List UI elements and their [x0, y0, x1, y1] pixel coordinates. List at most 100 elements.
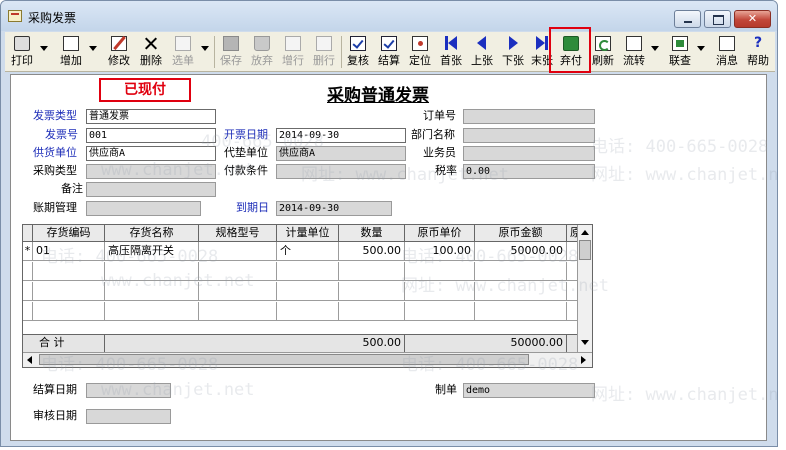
locate-button[interactable]: 定位 — [405, 34, 435, 70]
save-button[interactable]: 保存 — [216, 34, 246, 70]
vertical-scroll-thumb[interactable] — [579, 240, 591, 260]
edit-button[interactable]: 修改 — [104, 34, 134, 70]
header-qty[interactable]: 数量 — [339, 225, 405, 241]
maximize-button[interactable] — [704, 10, 731, 28]
due-date-label: 到期日 — [236, 201, 269, 214]
window-frame-right — [767, 74, 777, 441]
department-field[interactable] — [463, 128, 595, 143]
help-button[interactable]: ? 帮助 — [743, 34, 773, 70]
flow-button[interactable]: 流转 — [619, 34, 649, 70]
review-button[interactable]: 复核 — [343, 34, 373, 70]
link-query-dropdown[interactable] — [695, 34, 707, 70]
chevron-down-icon — [201, 46, 209, 51]
invoice-date-field[interactable]: 2014-09-30 — [276, 128, 406, 143]
tax-rate-label: 税率 — [435, 164, 457, 177]
refresh-button[interactable]: 刷新 — [588, 34, 618, 70]
add-button[interactable]: 增加 — [56, 34, 86, 70]
chevron-down-icon — [89, 46, 97, 51]
cell-spec[interactable] — [199, 242, 277, 260]
invoice-date-label: 开票日期 — [224, 128, 268, 141]
header-amount[interactable]: 原币金额 — [475, 225, 567, 241]
order-no-field[interactable] — [463, 109, 595, 124]
purchase-type-label: 采购类型 — [33, 164, 77, 177]
supplier-field[interactable]: 供应商A — [86, 146, 216, 161]
print-dropdown[interactable] — [38, 34, 50, 70]
chevron-down-icon — [651, 46, 659, 51]
print-button[interactable]: 打印 — [7, 34, 37, 70]
table-row[interactable] — [23, 262, 592, 281]
toolbar-divider — [341, 36, 342, 68]
horizontal-scroll-thumb[interactable] — [39, 354, 529, 365]
invoice-no-field[interactable]: 001 — [86, 128, 216, 143]
header-name[interactable]: 存货名称 — [105, 225, 199, 241]
add-row-button[interactable]: 增行 — [278, 34, 308, 70]
invoice-lines-grid: 存货编码 存货名称 规格型号 计量单位 数量 原币单价 原币金额 原 * 01 … — [22, 224, 593, 368]
total-qty: 500.00 — [339, 335, 405, 352]
flow-icon — [626, 36, 642, 51]
header-code[interactable]: 存货编码 — [33, 225, 105, 241]
cell-code[interactable]: 01 — [33, 242, 105, 260]
toolbar-divider — [214, 36, 215, 68]
scroll-up-icon[interactable] — [581, 230, 589, 235]
header-spec[interactable]: 规格型号 — [199, 225, 277, 241]
settle-date-field[interactable] — [86, 383, 171, 398]
grid-horizontal-scrollbar[interactable] — [23, 352, 592, 367]
scroll-right-icon[interactable] — [581, 356, 586, 364]
tax-rate-field[interactable]: 0.00 — [463, 164, 595, 179]
save-icon — [223, 36, 239, 51]
first-page-icon — [445, 36, 457, 50]
advance-unit-field[interactable]: 供应商A — [276, 146, 406, 161]
purchase-type-field[interactable] — [86, 164, 216, 179]
total-label: 合 计 — [33, 335, 105, 352]
cell-qty[interactable]: 500.00 — [339, 242, 405, 260]
watermark-text: 网址: www.chanjet.net — [591, 385, 778, 405]
delete-row-button[interactable]: 删行 — [309, 34, 339, 70]
settle-button[interactable]: 结算 — [374, 34, 404, 70]
row-marker: * — [23, 242, 33, 260]
first-button[interactable]: 首张 — [436, 34, 466, 70]
cell-name[interactable]: 高压隔离开关 — [105, 242, 199, 260]
table-row[interactable] — [23, 282, 592, 301]
select-dropdown[interactable] — [199, 34, 211, 70]
add-dropdown[interactable] — [87, 34, 99, 70]
select-document-icon — [175, 36, 191, 51]
minimize-button[interactable] — [674, 10, 701, 28]
discard-button[interactable]: 放弃 — [247, 34, 277, 70]
app-icon — [8, 10, 22, 22]
maker-label: 制单 — [435, 383, 457, 396]
flow-dropdown[interactable] — [649, 34, 661, 70]
delete-button[interactable]: 删除 — [136, 34, 166, 70]
title-bar: 采购发票 ✕ — [1, 1, 777, 31]
cell-unit[interactable]: 个 — [277, 242, 339, 260]
department-label: 部门名称 — [411, 128, 455, 141]
next-button[interactable]: 下张 — [498, 34, 528, 70]
close-button[interactable]: ✕ — [734, 10, 771, 28]
chevron-down-icon — [40, 46, 48, 51]
table-row[interactable] — [23, 302, 592, 321]
table-row[interactable]: * 01 高压隔离开关 个 500.00 100.00 50000.00 — [23, 242, 592, 261]
link-query-button[interactable]: 联查 — [665, 34, 695, 70]
remark-label: 备注 — [61, 182, 83, 195]
message-button[interactable]: 消息 — [712, 34, 742, 70]
header-price[interactable]: 原币单价 — [405, 225, 475, 241]
select-button[interactable]: 选单 — [168, 34, 198, 70]
scroll-left-icon[interactable] — [27, 356, 32, 364]
payment-terms-field[interactable] — [276, 164, 406, 179]
help-icon: ? — [753, 35, 763, 51]
document-title: 采购普通发票 — [327, 86, 429, 106]
header-unit[interactable]: 计量单位 — [277, 225, 339, 241]
due-date-field[interactable]: 2014-09-30 — [276, 201, 392, 216]
cell-amount[interactable]: 50000.00 — [475, 242, 567, 260]
printer-icon — [14, 36, 30, 51]
cell-price[interactable]: 100.00 — [405, 242, 475, 260]
prev-button[interactable]: 上张 — [467, 34, 497, 70]
audit-date-field[interactable] — [86, 409, 171, 424]
grid-vertical-scrollbar[interactable] — [577, 225, 592, 352]
maker-field[interactable]: demo — [463, 383, 595, 398]
remark-field[interactable] — [86, 182, 216, 197]
credit-mgmt-field[interactable] — [86, 201, 201, 216]
salesman-field[interactable] — [463, 146, 595, 161]
scroll-down-icon[interactable] — [581, 340, 589, 345]
invoice-type-field[interactable]: 普通发票 — [86, 109, 216, 124]
last-page-icon — [536, 36, 548, 50]
